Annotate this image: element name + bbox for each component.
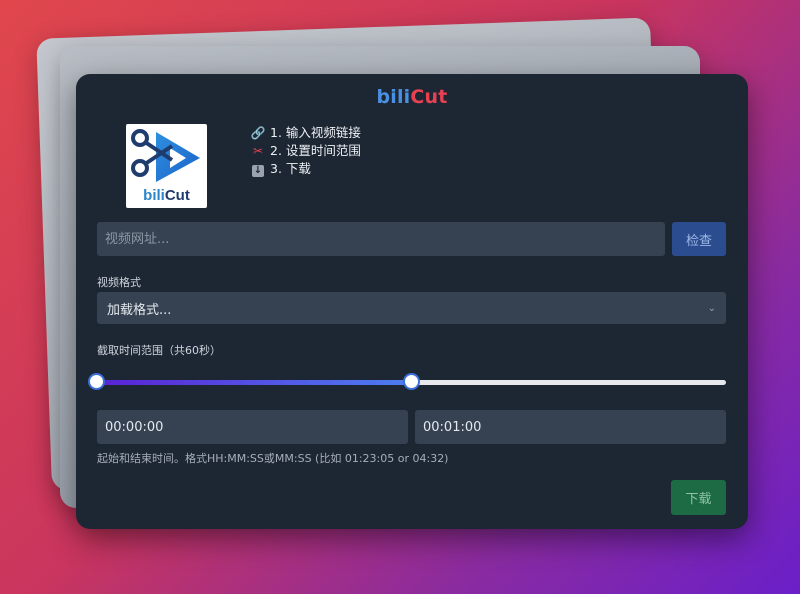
main-panel: biliCut biliCut 🔗 1. 输入视频链接 ✂ 2. 设置时间范围 … xyxy=(76,74,748,529)
logo-scissors-play-icon xyxy=(131,129,200,182)
step-item: ✂ 2. 设置时间范围 xyxy=(250,142,361,160)
check-button[interactable]: 检查 xyxy=(672,222,726,256)
slider-end-handle[interactable] xyxy=(402,373,420,390)
start-time-input[interactable] xyxy=(97,410,408,444)
range-label: 截取时间范围（共60秒） xyxy=(97,344,221,357)
app-logo: biliCut xyxy=(126,124,207,208)
app-title: biliCut xyxy=(376,86,448,108)
time-range-slider[interactable] xyxy=(88,372,726,394)
format-label: 视频格式 xyxy=(97,276,141,289)
format-selected-value: 加载格式... xyxy=(107,302,172,318)
video-url-input[interactable] xyxy=(97,222,665,256)
download-button[interactable]: 下载 xyxy=(671,480,726,515)
logo-text: biliCut xyxy=(143,187,190,204)
slider-selected-range xyxy=(97,380,412,385)
slider-start-handle[interactable] xyxy=(88,373,105,390)
step-label: 3. 下载 xyxy=(270,161,311,176)
time-format-hint: 起始和结束时间。格式HH:MM:SS或MM:SS (比如 01:23:05 or… xyxy=(97,452,449,465)
download-icon: ↓ xyxy=(252,165,264,177)
step-item: ↓ 3. 下载 xyxy=(250,160,361,178)
step-label: 2. 设置时间范围 xyxy=(270,143,361,158)
chevron-down-icon: ⌄ xyxy=(707,302,716,314)
link-icon: 🔗 xyxy=(250,126,266,140)
steps-list: 🔗 1. 输入视频链接 ✂ 2. 设置时间范围 ↓ 3. 下载 xyxy=(250,124,361,178)
scissors-icon: ✂ xyxy=(252,144,264,158)
step-label: 1. 输入视频链接 xyxy=(270,125,361,140)
step-item: 🔗 1. 输入视频链接 xyxy=(250,124,361,142)
end-time-input[interactable] xyxy=(415,410,726,444)
format-select[interactable]: 加载格式... ⌄ xyxy=(97,292,726,324)
